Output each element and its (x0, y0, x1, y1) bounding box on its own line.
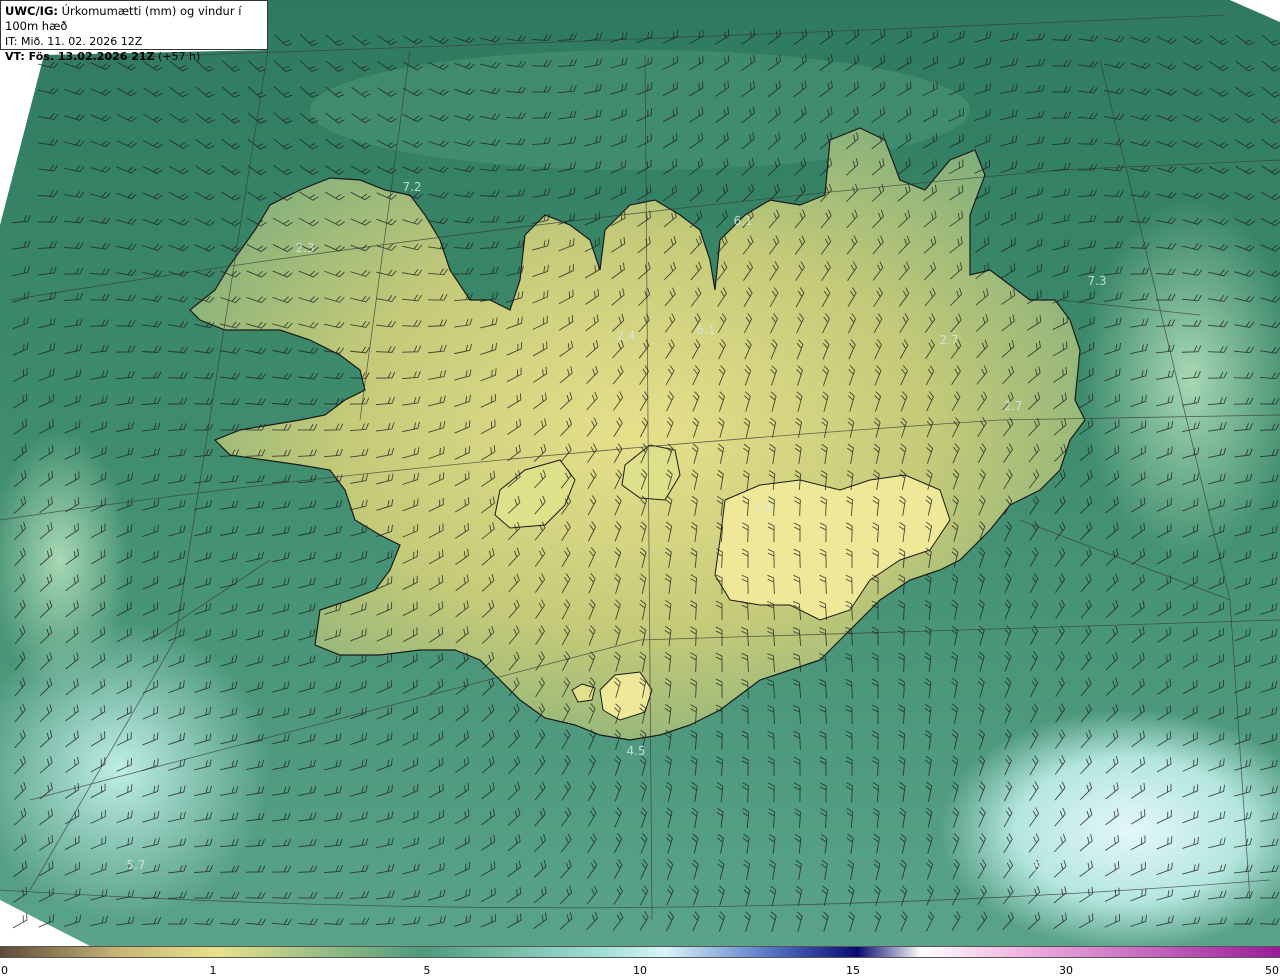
colorbar-tick: 50 (1265, 964, 1279, 977)
map-value-label: 2.7 (1003, 399, 1023, 413)
map-value-label: 7.2 (402, 180, 422, 194)
init-time: IT: Mið. 11. 02. 2026 12Z (5, 35, 143, 48)
colorbar-tick: 5 (423, 964, 431, 977)
map-value-label: 6.1 (696, 323, 716, 337)
valid-time: VT: Fös. 13.02.2026 21Z (5, 50, 155, 63)
colorbar-tick: 15 (846, 964, 860, 977)
colorbar-tick: 0 (1, 964, 8, 977)
map-value-label: 2.4 (616, 329, 636, 343)
map-canvas (0, 0, 1280, 946)
map-value-label: 2.3 (295, 241, 315, 255)
colorbar-legend: 0 1 5 10 15 30 50 (0, 946, 1280, 978)
title-prefix: UWC/IG: (5, 4, 58, 18)
lead-time: (+57 h) (158, 50, 201, 63)
map-value-label: 6.1 (733, 214, 753, 228)
colorbar-tick: 30 (1059, 964, 1073, 977)
valid-time-line: VT: Fös. 13.02.2026 21Z (+57 h) (5, 49, 263, 64)
colorbar (0, 946, 1280, 958)
weather-map: UWC/IG: Úrkomumætti (mm) og vindur í 100… (0, 0, 1280, 978)
map-value-label: 2.7 (939, 333, 959, 347)
map-value-label: 5.7 (126, 858, 146, 872)
colorbar-tick: 1 (209, 964, 217, 977)
map-value-label: 4.5 (626, 744, 646, 758)
map-value-label: 1.6 (752, 500, 772, 514)
map-value-label: 5.5 (1033, 860, 1053, 874)
map-value-label: 7.3 (1087, 274, 1107, 288)
colorbar-tick: 10 (633, 964, 647, 977)
title-line: UWC/IG: Úrkomumætti (mm) og vindur í 100… (5, 4, 263, 34)
map-title-box: UWC/IG: Úrkomumætti (mm) og vindur í 100… (0, 0, 268, 63)
